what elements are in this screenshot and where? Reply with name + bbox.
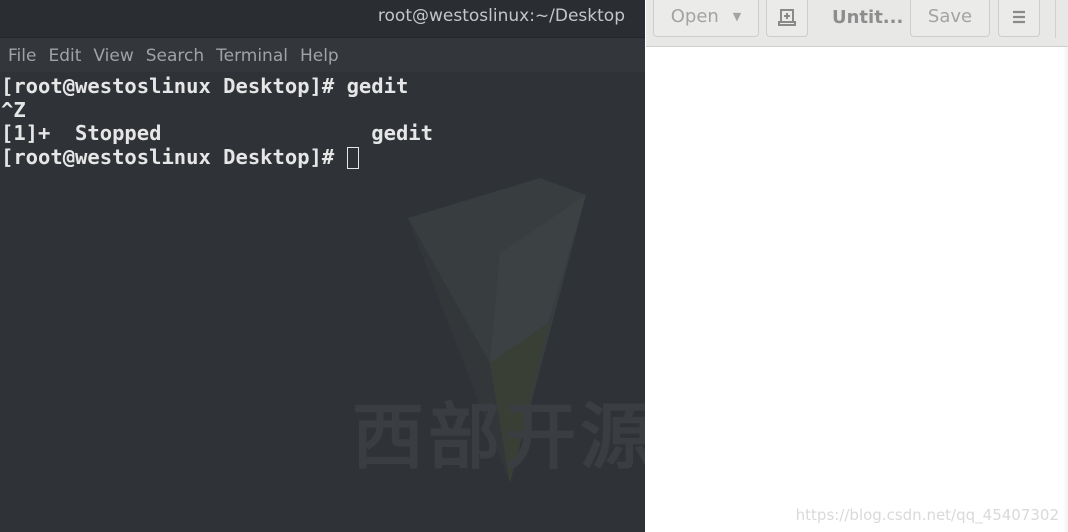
- terminal-line: [root@westoslinux Desktop]#: [1, 144, 347, 169]
- header-separator: [1055, 0, 1056, 38]
- open-button[interactable]: Open ▼: [653, 0, 759, 37]
- menu-file[interactable]: File: [8, 38, 36, 74]
- gedit-window: Open ▼ Untit... Save: [646, 0, 1068, 532]
- open-label: Open: [670, 6, 719, 27]
- menu-help[interactable]: Help: [300, 38, 339, 74]
- terminal-output[interactable]: 西部开源 [root@westoslinux Desktop]# gedit ^Z…: [0, 73, 645, 532]
- text-editor-area[interactable]: [646, 47, 1062, 532]
- terminal-title: root@westoslinux:~/Desktop: [377, 6, 625, 26]
- save-label: Save: [927, 6, 973, 27]
- background-logo-text: 西部开源: [352, 395, 645, 479]
- terminal-window: root@westoslinux:~/Desktop File Edit View S…: [0, 0, 645, 532]
- terminal-menubar: File Edit View Search Terminal Help: [0, 38, 645, 72]
- menu-edit[interactable]: Edit: [48, 38, 81, 74]
- new-document-icon: [778, 8, 796, 26]
- menu-view[interactable]: View: [93, 38, 133, 74]
- terminal-line: ^Z: [1, 97, 26, 122]
- menu-terminal[interactable]: Terminal: [216, 38, 288, 74]
- watermark: https://blog.csdn.net/qq_45407302: [795, 506, 1059, 524]
- gedit-headerbar: Open ▼ Untit... Save: [646, 0, 1068, 47]
- hamburger-menu-icon: [1013, 10, 1025, 23]
- save-button[interactable]: Save: [910, 0, 990, 37]
- terminal-line: [1]+ Stopped gedit: [1, 121, 433, 145]
- document-title: Untit...: [832, 7, 904, 28]
- menu-search[interactable]: Search: [146, 38, 204, 74]
- terminal-line: [root@westoslinux Desktop]# gedit: [1, 74, 409, 98]
- chevron-down-icon: ▼: [732, 10, 742, 23]
- terminal-titlebar: root@westoslinux:~/Desktop: [0, 0, 645, 38]
- terminal-cursor: [346, 146, 359, 169]
- window-edge-shadow: [1062, 47, 1068, 532]
- new-tab-button[interactable]: [766, 0, 808, 37]
- menu-button[interactable]: [998, 0, 1040, 37]
